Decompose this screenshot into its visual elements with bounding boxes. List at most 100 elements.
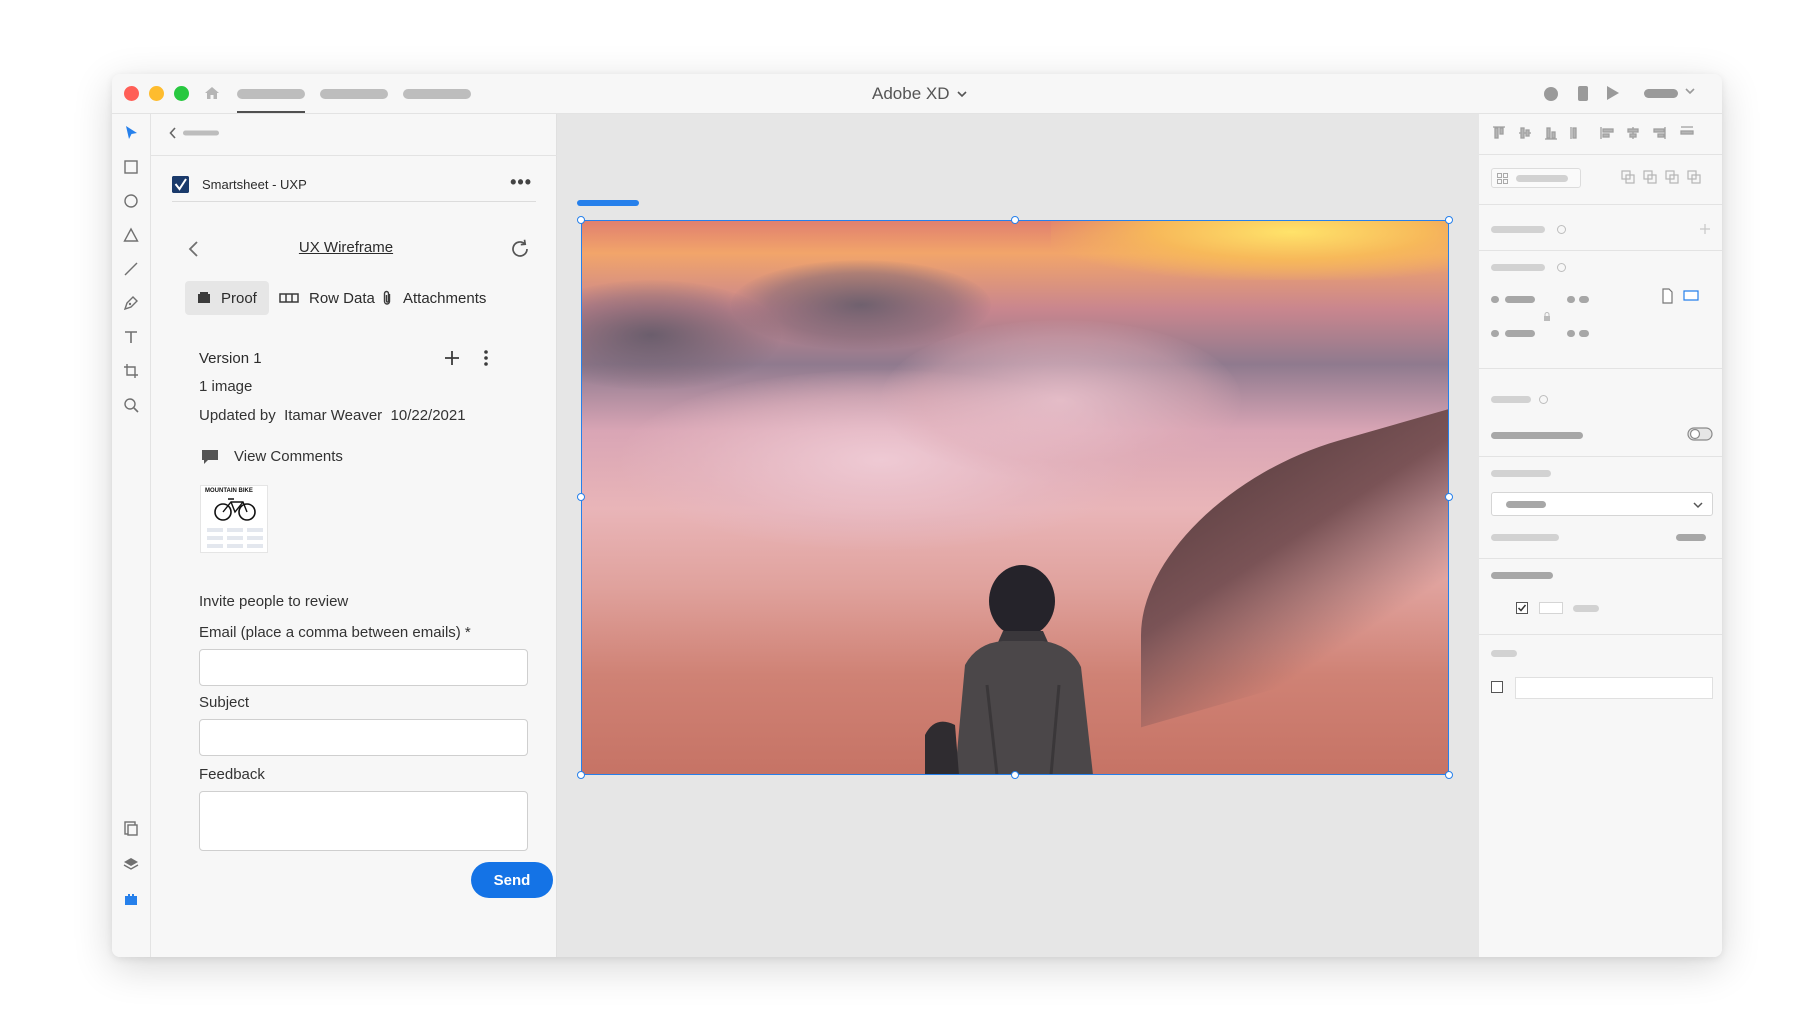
field-label: [1491, 330, 1499, 337]
info-icon[interactable]: [1557, 225, 1566, 234]
resize-handle-top-right[interactable]: [1445, 216, 1453, 224]
smartsheet-logo-icon: [172, 176, 189, 193]
align-tools-icon[interactable]: [1493, 126, 1713, 140]
add-icon[interactable]: [1699, 223, 1711, 235]
play-icon[interactable]: [1607, 86, 1619, 100]
updated-label: Updated by: [199, 407, 276, 424]
image-count: 1 image: [199, 378, 253, 395]
field-label: [1491, 296, 1499, 303]
triangle-icon[interactable]: [122, 226, 140, 244]
invite-heading: Invite people to review: [199, 593, 349, 610]
doc-tab-share[interactable]: [403, 89, 471, 99]
doc-tab-prototype[interactable]: [320, 89, 388, 99]
back-arrow-icon[interactable]: [186, 238, 202, 260]
resize-handle-top-left[interactable]: [577, 216, 585, 224]
maximize-window-button[interactable]: [174, 86, 189, 101]
feedback-label: Feedback: [199, 766, 265, 783]
assets-icon[interactable]: [122, 819, 140, 837]
resize-handle-bottom-left[interactable]: [577, 771, 585, 779]
zoom-icon[interactable]: [122, 396, 140, 414]
y-field[interactable]: [1579, 330, 1589, 337]
select-icon[interactable]: [122, 124, 140, 142]
paperclip-icon: [383, 290, 391, 305]
resize-handle-top[interactable]: [1011, 216, 1019, 224]
placeholder-bar: [1491, 264, 1545, 271]
updated-info: Updated by Itamar Weaver 10/22/2021: [199, 407, 466, 424]
refresh-icon[interactable]: [509, 238, 531, 260]
more-options-icon[interactable]: •••: [510, 172, 532, 193]
ellipse-icon[interactable]: [122, 192, 140, 210]
placeholder-bar: [1491, 534, 1559, 541]
sheet-title-link[interactable]: UX Wireframe: [261, 239, 431, 256]
fill-color-swatch[interactable]: [1539, 602, 1563, 614]
minimize-window-button[interactable]: [149, 86, 164, 101]
height-field[interactable]: [1505, 330, 1535, 337]
scroll-behavior-dropdown[interactable]: [1491, 492, 1713, 516]
placeholder-bar: [1516, 175, 1568, 182]
email-label: Email (place a comma between emails) *: [199, 624, 471, 641]
chevron-down-icon[interactable]: [1684, 85, 1696, 97]
x-field[interactable]: [1579, 296, 1589, 303]
tab-attachments[interactable]: Attachments: [369, 281, 498, 315]
boolean-ops-icon[interactable]: [1621, 170, 1707, 184]
zoom-level-control[interactable]: [1644, 89, 1678, 98]
view-comments-link[interactable]: View Comments: [234, 448, 343, 465]
send-button[interactable]: Send: [471, 862, 553, 898]
border-input[interactable]: [1515, 677, 1713, 699]
person-figure: [925, 565, 1093, 775]
add-version-icon[interactable]: [443, 349, 461, 367]
active-tab-indicator: [237, 111, 305, 113]
resize-handle-right[interactable]: [1445, 493, 1453, 501]
artboard-icon[interactable]: [122, 362, 140, 380]
placeholder-bar: [1491, 650, 1517, 657]
updated-date: 10/22/2021: [390, 407, 466, 424]
toggle-switch[interactable]: [1687, 426, 1713, 442]
resize-handle-bottom[interactable]: [1011, 771, 1019, 779]
comment-icon: [202, 450, 218, 464]
plugins-icon[interactable]: [122, 890, 140, 908]
placeholder-bar: [1506, 501, 1546, 508]
divider: [1479, 204, 1722, 205]
doc-tab-design[interactable]: [237, 89, 305, 99]
artboard-name-label[interactable]: [577, 200, 639, 206]
app-title: Adobe XD: [872, 84, 950, 103]
resize-handle-bottom-right[interactable]: [1445, 771, 1453, 779]
responsive-resize-icon[interactable]: [1683, 288, 1699, 304]
close-window-button[interactable]: [124, 86, 139, 101]
line-icon[interactable]: [122, 260, 140, 278]
artboard-image[interactable]: [581, 220, 1449, 775]
subject-field[interactable]: [199, 719, 528, 756]
document-title-menu[interactable]: Adobe XD: [872, 84, 968, 104]
chevron-down-icon: [1693, 502, 1703, 509]
resize-handle-left[interactable]: [577, 493, 585, 501]
page-icon[interactable]: [1659, 288, 1675, 304]
email-field[interactable]: [199, 649, 528, 686]
checkbox[interactable]: [1491, 681, 1503, 693]
chevron-down-icon: [956, 91, 967, 98]
checkbox-checked[interactable]: [1516, 602, 1528, 614]
width-field[interactable]: [1505, 296, 1535, 303]
rectangle-icon[interactable]: [122, 158, 140, 176]
text-icon[interactable]: [122, 328, 140, 346]
tab-proof[interactable]: Proof: [185, 281, 269, 315]
info-icon[interactable]: [1557, 263, 1566, 272]
layers-icon[interactable]: [122, 855, 140, 873]
lock-icon[interactable]: [1543, 312, 1551, 322]
divider: [1479, 456, 1722, 457]
app-window: Adobe XD Smartsheet - UXP ••• UX Wirefra…: [112, 74, 1722, 957]
panel-back-button[interactable]: [169, 126, 229, 140]
repeat-grid-button[interactable]: [1491, 168, 1581, 188]
placeholder-bar: [1491, 432, 1583, 439]
design-canvas[interactable]: [557, 114, 1479, 957]
home-icon[interactable]: [203, 84, 221, 102]
proof-thumbnail[interactable]: MOUNTAIN BIKE: [200, 485, 268, 553]
device-preview-icon[interactable]: [1578, 86, 1588, 101]
info-icon[interactable]: [1539, 395, 1548, 404]
pen-icon[interactable]: [122, 294, 140, 312]
placeholder-bar: [1573, 605, 1599, 612]
title-bar: Adobe XD: [112, 74, 1722, 114]
record-icon[interactable]: [1544, 87, 1558, 101]
proof-icon: [198, 292, 210, 303]
feedback-field[interactable]: [199, 791, 528, 851]
version-menu-icon[interactable]: [482, 348, 490, 368]
